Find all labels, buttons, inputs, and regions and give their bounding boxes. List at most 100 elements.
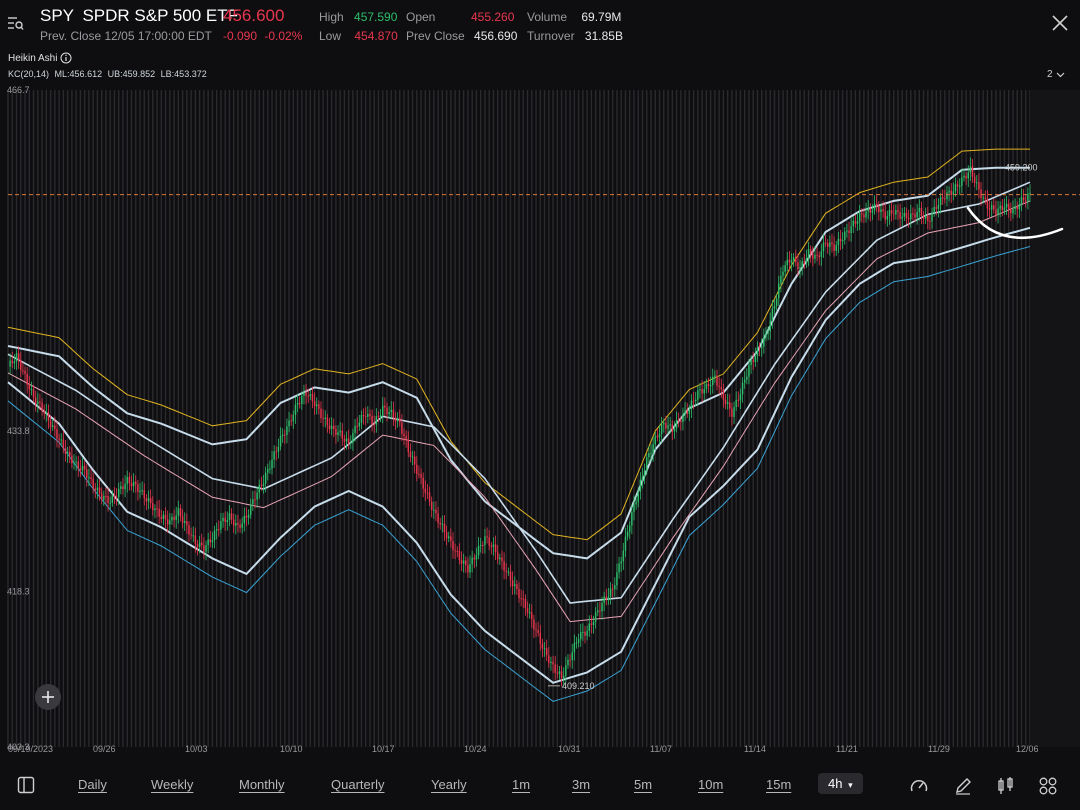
candle-body <box>403 433 405 437</box>
candle-body <box>34 397 37 404</box>
period-3m[interactable]: 3m <box>572 777 590 792</box>
candle-body <box>590 623 593 626</box>
candle-body <box>232 519 235 526</box>
candle-body <box>345 438 348 442</box>
candle-body <box>439 522 441 525</box>
candle-body <box>680 420 682 423</box>
volume-value: 69.79M <box>581 10 622 24</box>
candle-body <box>758 347 761 349</box>
candle-body <box>656 435 659 438</box>
y-tick-label: 433.8 <box>7 426 30 436</box>
candle-body <box>718 385 720 388</box>
period-daily[interactable]: Daily <box>78 777 107 792</box>
candle-body <box>971 166 974 177</box>
candle-body <box>929 221 931 223</box>
period-15m[interactable]: 15m <box>766 777 791 792</box>
candle-body <box>565 665 567 676</box>
info-icon[interactable] <box>60 52 72 64</box>
candle-body <box>73 462 75 464</box>
candle-body <box>697 390 699 400</box>
add-indicator-button[interactable] <box>35 684 61 710</box>
keltner-channel-legend[interactable]: KC(20,14) ML:456.612 UB:459.852 LB:453.3… <box>8 69 207 79</box>
candle-body <box>194 535 197 545</box>
speedometer-icon[interactable] <box>909 776 929 796</box>
period-5m[interactable]: 5m <box>634 777 652 792</box>
period-1m[interactable]: 1m <box>512 777 530 792</box>
candle-body <box>207 539 209 546</box>
period-active[interactable]: 4h ▾ <box>818 773 863 794</box>
period-yearly[interactable]: Yearly <box>431 777 467 792</box>
candle-body <box>599 610 601 612</box>
candle-body <box>569 659 571 661</box>
candle-body <box>522 598 525 600</box>
candle-body <box>313 401 316 407</box>
candle-body <box>377 416 380 418</box>
candle-body <box>454 550 456 552</box>
candle-body <box>639 479 642 492</box>
candle-body <box>152 503 154 511</box>
candle-body <box>948 190 950 193</box>
grid-icon[interactable] <box>1038 776 1058 796</box>
candle-body <box>103 495 105 500</box>
candle-body <box>646 457 648 471</box>
chart-style-label[interactable]: Heikin Ashi <box>8 52 72 64</box>
candle-body <box>247 515 250 518</box>
candle-body <box>856 221 859 224</box>
candle-body <box>658 433 661 438</box>
candle-body <box>141 490 143 492</box>
candle-body <box>665 422 667 429</box>
candle-body <box>305 392 307 396</box>
menu-search-icon[interactable] <box>6 14 24 32</box>
candle-body <box>809 249 812 255</box>
candle-body <box>677 420 680 422</box>
candle-body <box>469 564 471 573</box>
candle-body <box>997 208 999 215</box>
candle-body <box>835 245 837 251</box>
price-chart[interactable]: 466.7433.8418.3403.309/19/2023 09/26 10/03… <box>0 84 1080 756</box>
candle-body <box>577 639 580 643</box>
candle-body <box>1022 197 1025 201</box>
candle-body <box>111 495 114 503</box>
candle-body <box>324 417 326 419</box>
candle-body <box>473 557 476 560</box>
candle-body <box>228 513 231 521</box>
candle-body <box>120 486 122 489</box>
candle-body <box>918 207 921 212</box>
candle-body <box>741 382 744 395</box>
candle-body <box>769 320 771 332</box>
candle-body <box>675 420 678 429</box>
period-10m[interactable]: 10m <box>698 777 723 792</box>
candle-body <box>801 261 803 268</box>
candle-body <box>775 298 778 306</box>
candle-body <box>269 468 271 470</box>
candle-body <box>782 271 784 276</box>
candle-body <box>726 402 729 405</box>
candle-body <box>1027 193 1029 201</box>
candle-body <box>673 428 676 432</box>
pane-count-toggle[interactable]: 2 <box>1047 69 1065 80</box>
candle-body <box>882 209 884 212</box>
candle-body <box>993 205 995 210</box>
candle-body <box>83 465 86 470</box>
candle-body <box>426 492 429 494</box>
candle-body <box>765 333 767 338</box>
candle-body <box>920 207 923 217</box>
period-weekly[interactable]: Weekly <box>151 777 193 792</box>
period-quarterly[interactable]: Quarterly <box>331 777 384 792</box>
candle-body <box>509 571 512 581</box>
candle-body <box>816 254 818 256</box>
indicator-icon[interactable] <box>996 776 1016 796</box>
x-tick-label: 12/06 <box>1016 744 1039 754</box>
candle-body <box>901 216 903 219</box>
candle-body <box>869 208 872 213</box>
candle-body <box>292 415 295 422</box>
period-monthly[interactable]: Monthly <box>239 777 285 792</box>
pencil-icon[interactable] <box>953 776 973 796</box>
turnover-value: 31.85B <box>584 29 623 43</box>
close-icon[interactable] <box>1050 13 1070 33</box>
candle-body <box>620 561 622 564</box>
candle-body <box>100 493 103 500</box>
x-tick-label: 10/10 <box>280 744 303 754</box>
layout-toggle-icon[interactable] <box>17 776 35 794</box>
candle-body <box>963 175 965 178</box>
